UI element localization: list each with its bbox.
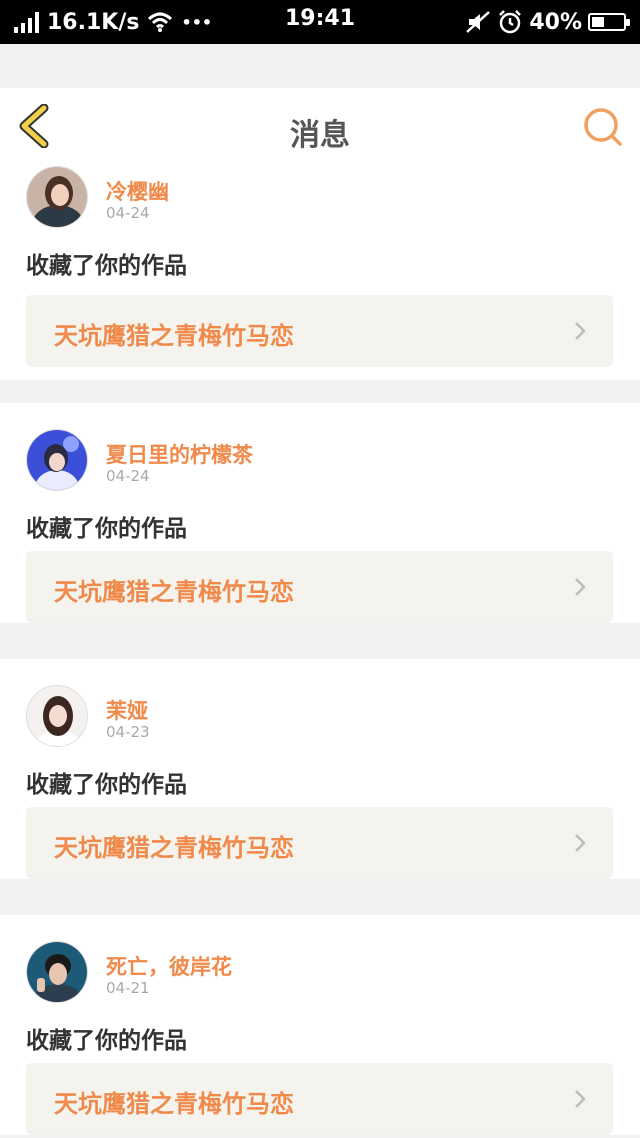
work-link[interactable]: 天坑鹰猎之青梅竹马恋 — [26, 1063, 613, 1135]
work-link[interactable]: 天坑鹰猎之青梅竹马恋 — [26, 807, 613, 879]
chevron-right-icon — [575, 578, 586, 596]
search-button[interactable] — [582, 106, 626, 150]
action-text: 收藏了你的作品 — [26, 253, 187, 279]
wifi-icon — [148, 12, 173, 32]
signal-icon — [14, 11, 39, 33]
message-date: 04-21 — [106, 979, 150, 997]
message-date: 04-24 — [106, 204, 150, 222]
avatar[interactable] — [26, 429, 88, 491]
work-title: 天坑鹰猎之青梅竹马恋 — [54, 578, 294, 606]
action-text: 收藏了你的作品 — [26, 772, 187, 798]
network-speed: 16.1K/s — [47, 9, 140, 35]
action-text: 收藏了你的作品 — [26, 516, 187, 542]
avatar[interactable] — [26, 166, 88, 228]
avatar[interactable] — [26, 941, 88, 1003]
work-link[interactable]: 天坑鹰猎之青梅竹马恋 — [26, 551, 613, 623]
alarm-icon — [499, 10, 522, 34]
username[interactable]: 茉娅 — [106, 695, 148, 725]
username[interactable]: 冷樱幽 — [106, 176, 169, 206]
work-title: 天坑鹰猎之青梅竹马恋 — [54, 1090, 294, 1118]
avatar[interactable] — [26, 685, 88, 747]
message-date: 04-24 — [106, 467, 150, 485]
status-bar: 16.1K/s ••• 19:41 40% — [0, 0, 640, 44]
work-link[interactable]: 天坑鹰猎之青梅竹马恋 — [26, 295, 613, 367]
search-icon — [584, 108, 622, 146]
message-card: 死亡，彼岸花 04-21 收藏了你的作品 天坑鹰猎之青梅竹马恋 — [0, 915, 640, 1135]
chevron-right-icon — [575, 834, 586, 852]
username[interactable]: 夏日里的柠檬茶 — [106, 439, 253, 469]
chevron-right-icon — [575, 1090, 586, 1108]
mute-icon — [466, 11, 491, 33]
message-date: 04-23 — [106, 723, 150, 741]
chevron-right-icon — [575, 322, 586, 340]
username[interactable]: 死亡，彼岸花 — [106, 951, 232, 981]
message-card: 夏日里的柠檬茶 04-24 收藏了你的作品 天坑鹰猎之青梅竹马恋 — [0, 403, 640, 623]
battery-percent: 40% — [529, 9, 582, 35]
work-title: 天坑鹰猎之青梅竹马恋 — [54, 834, 294, 862]
message-card: 冷樱幽 04-24 收藏了你的作品 天坑鹰猎之青梅竹马恋 — [0, 160, 640, 380]
page-title: 消息 — [290, 118, 350, 153]
action-text: 收藏了你的作品 — [26, 1028, 187, 1054]
work-title: 天坑鹰猎之青梅竹马恋 — [54, 322, 294, 350]
more-dots: ••• — [181, 12, 213, 32]
message-card: 茉娅 04-23 收藏了你的作品 天坑鹰猎之青梅竹马恋 — [0, 659, 640, 879]
app-header: 消息 — [0, 88, 640, 166]
battery-icon — [588, 13, 630, 31]
